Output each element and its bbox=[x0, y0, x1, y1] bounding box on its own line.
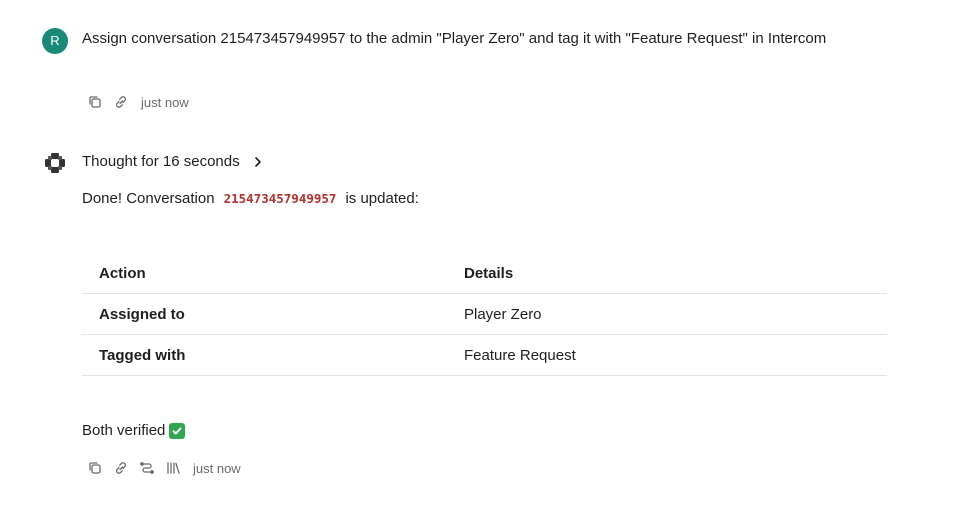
assistant-message-timestamp: just now bbox=[193, 460, 241, 476]
link-icon[interactable] bbox=[113, 94, 129, 110]
assistant-logo-icon bbox=[44, 152, 66, 174]
result-table: Action Details Assigned to Player Zero T… bbox=[82, 253, 887, 376]
thought-label: Thought for 16 seconds bbox=[82, 153, 240, 170]
table-cell-action: Assigned to bbox=[82, 293, 447, 335]
branch-icon[interactable] bbox=[139, 460, 155, 476]
intro-after: is updated: bbox=[345, 190, 419, 207]
conversation-id-code: 215473457949957 bbox=[223, 191, 337, 206]
thought-toggle[interactable]: Thought for 16 seconds bbox=[82, 152, 264, 172]
table-header-row: Action Details bbox=[82, 253, 887, 294]
user-message-timestamp: just now bbox=[141, 94, 189, 110]
check-mark-button-icon bbox=[169, 423, 186, 439]
table-header-action: Action bbox=[82, 253, 447, 294]
assistant-intro: Done! Conversation 215473457949957 is upda… bbox=[82, 188, 419, 210]
chevron-right-icon bbox=[254, 157, 261, 167]
copy-icon[interactable] bbox=[87, 94, 103, 110]
verified-text: Both verified bbox=[82, 422, 166, 439]
verified-line: Both verified bbox=[82, 420, 186, 442]
user-message-actions: just now bbox=[87, 94, 189, 110]
table-cell-details: Player Zero bbox=[447, 293, 887, 335]
table-header-details: Details bbox=[447, 253, 887, 294]
copy-icon[interactable] bbox=[87, 460, 103, 476]
link-icon[interactable] bbox=[113, 460, 129, 476]
user-message-text: Assign conversation 215473457949957 to t… bbox=[82, 30, 827, 47]
library-icon[interactable] bbox=[165, 460, 181, 476]
table-cell-action: Tagged with bbox=[82, 334, 447, 376]
table-row: Tagged with Feature Request bbox=[82, 334, 887, 376]
table-cell-details: Feature Request bbox=[447, 334, 887, 376]
intro-before: Done! Conversation bbox=[82, 190, 215, 207]
user-avatar: R bbox=[42, 28, 68, 54]
assistant-message-actions: just now bbox=[87, 460, 241, 476]
table-row: Assigned to Player Zero bbox=[82, 293, 887, 335]
